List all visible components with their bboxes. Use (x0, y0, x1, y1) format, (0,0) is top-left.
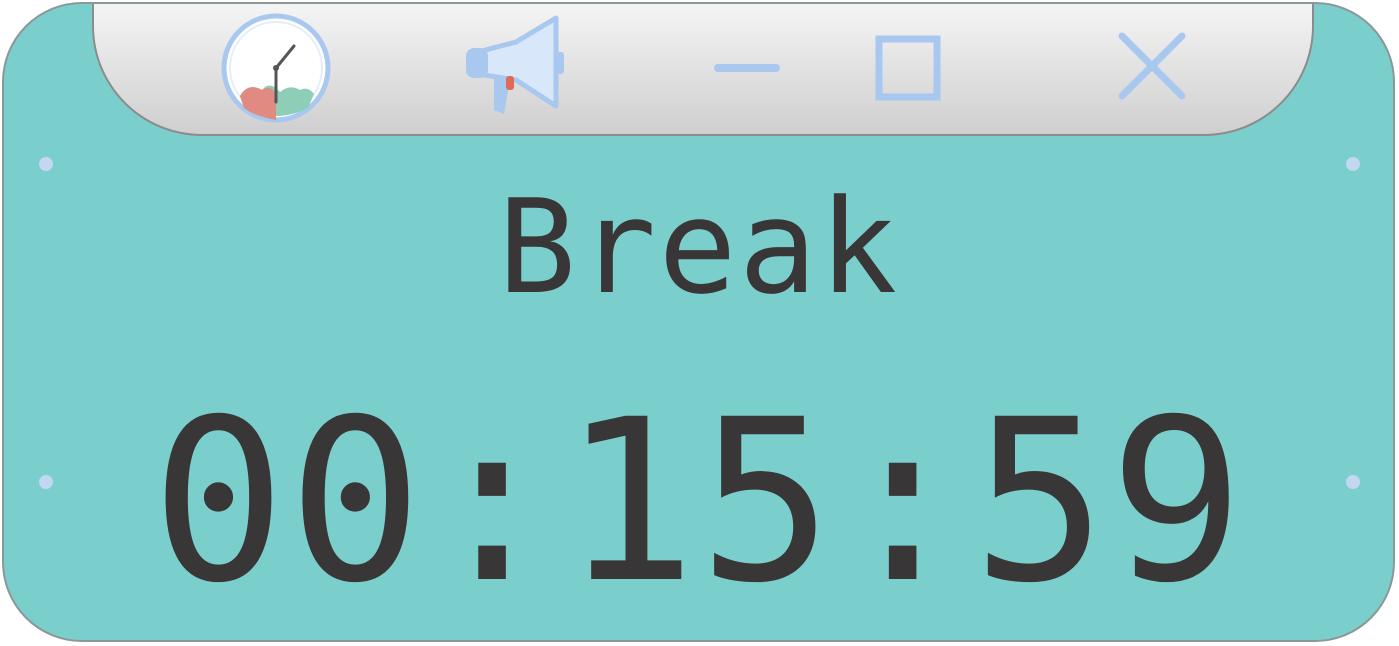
mode-label: Break (497, 171, 900, 323)
timer-window: Break 00:15:59 (2, 2, 1395, 642)
minimize-icon[interactable] (714, 56, 780, 80)
megaphone-icon[interactable] (458, 14, 570, 122)
clock-icon[interactable] (218, 10, 334, 126)
toolbar (92, 4, 1314, 136)
timer-display: 00:15:59 (151, 371, 1246, 632)
resize-handle-top-right[interactable] (1346, 157, 1360, 171)
close-icon[interactable] (1116, 30, 1188, 102)
resize-handle-top-left[interactable] (39, 157, 53, 171)
maximize-icon[interactable] (874, 34, 942, 102)
